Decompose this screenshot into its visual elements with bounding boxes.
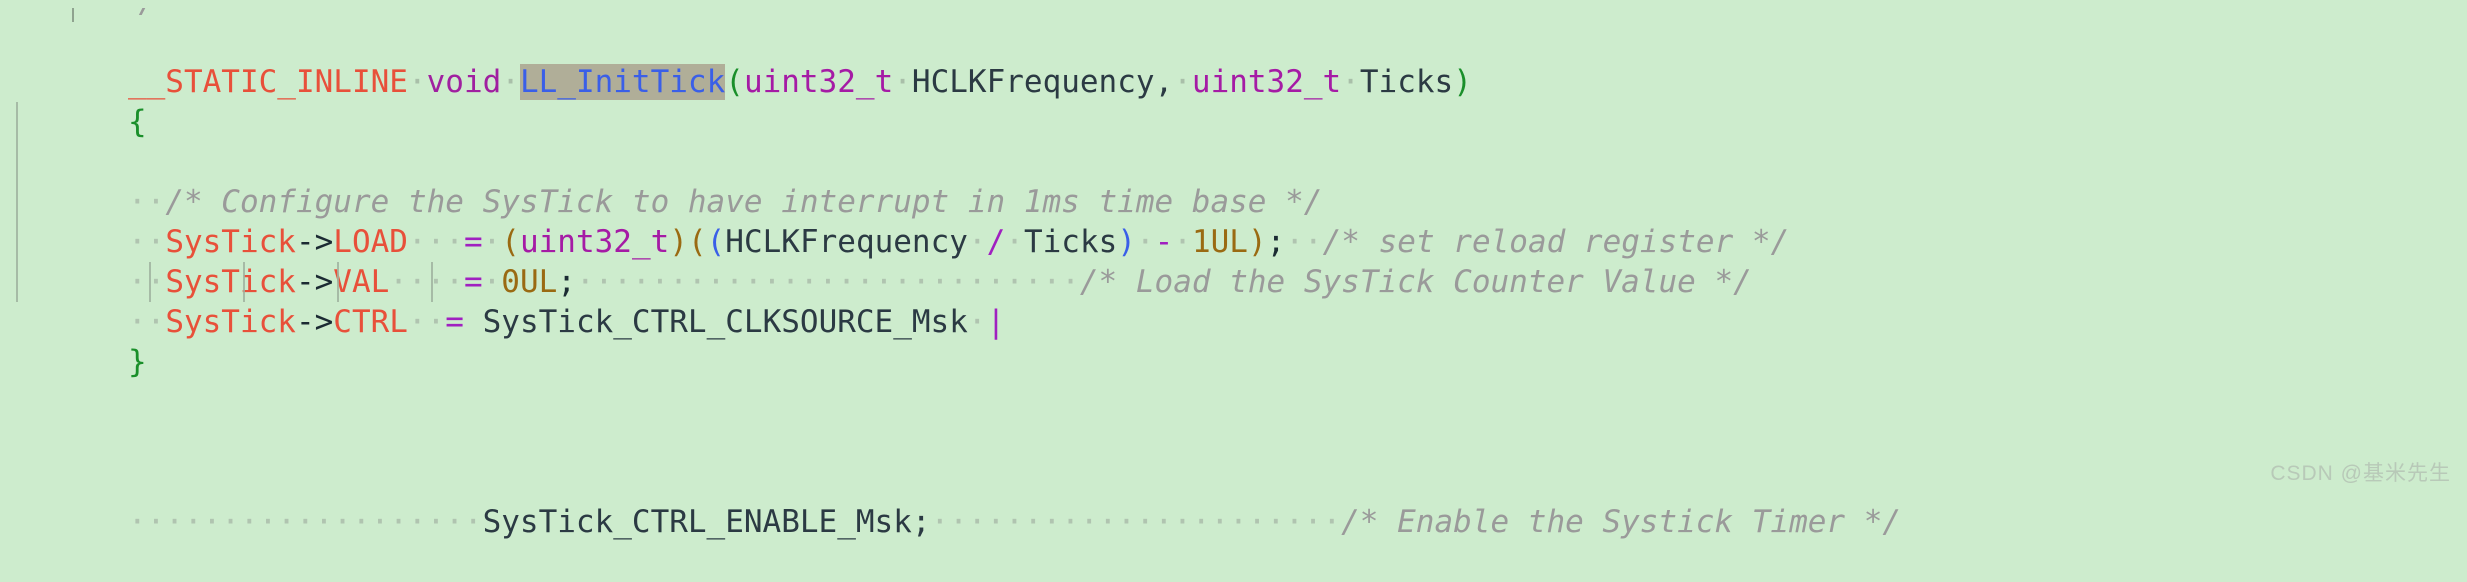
indent-guide (337, 262, 339, 302)
whitespace-dot: ··················· (127, 504, 483, 540)
indent-guide (16, 222, 18, 262)
code-line-systick-ctrl-cont[interactable]: ···················SysTick_CTRL_ENABLE_M… (0, 262, 2467, 540)
partial-comment-fragment: */ (120, 8, 157, 22)
code-line-open-brace[interactable]: { (0, 62, 2467, 140)
indent-guide (72, 8, 74, 22)
code-line-systick-ctrl[interactable]: ··SysTick->CTRL··= SysTick_CTRL_CLKSOURC… (0, 222, 2467, 340)
code-line-comment-configure[interactable]: ··/* Configure the SysTick to have inter… (0, 102, 2467, 220)
indent-guide (16, 182, 18, 222)
code-line-signature[interactable]: __STATIC_INLINE·void·LL_InitTick(uint32_… (0, 22, 2467, 100)
indent-guide (243, 262, 245, 302)
indent-guide (431, 262, 433, 302)
watermark: CSDN @基米先生 (2270, 462, 2451, 485)
code-line-top-partial: */ (0, 8, 2467, 22)
whitespace-dot: ······················ (930, 504, 1342, 540)
indent-guide (16, 142, 18, 182)
token-macro-enable: SysTick_CTRL_ENABLE_Msk; (482, 504, 931, 540)
code-line-close-brace[interactable]: } (0, 302, 2467, 380)
code-line-systick-load[interactable]: ··SysTick->LOAD···=·(uint32_t)((HCLKFreq… (0, 142, 2467, 260)
code-editor[interactable]: */ __STATIC_INLINE·void·LL_InitTick(uint… (0, 0, 2467, 540)
code-content[interactable]: */ __STATIC_INLINE·void·LL_InitTick(uint… (0, 0, 2467, 540)
token-brace-close: } (127, 344, 147, 380)
indent-guide (16, 102, 18, 142)
indent-guide (149, 262, 151, 302)
indent-guide (16, 262, 18, 302)
token-trailing-comment: /* Enable the Systick Timer */ (1341, 504, 1902, 540)
code-line-systick-val[interactable]: ··SysTick->VAL····=·0UL;················… (0, 182, 2467, 300)
